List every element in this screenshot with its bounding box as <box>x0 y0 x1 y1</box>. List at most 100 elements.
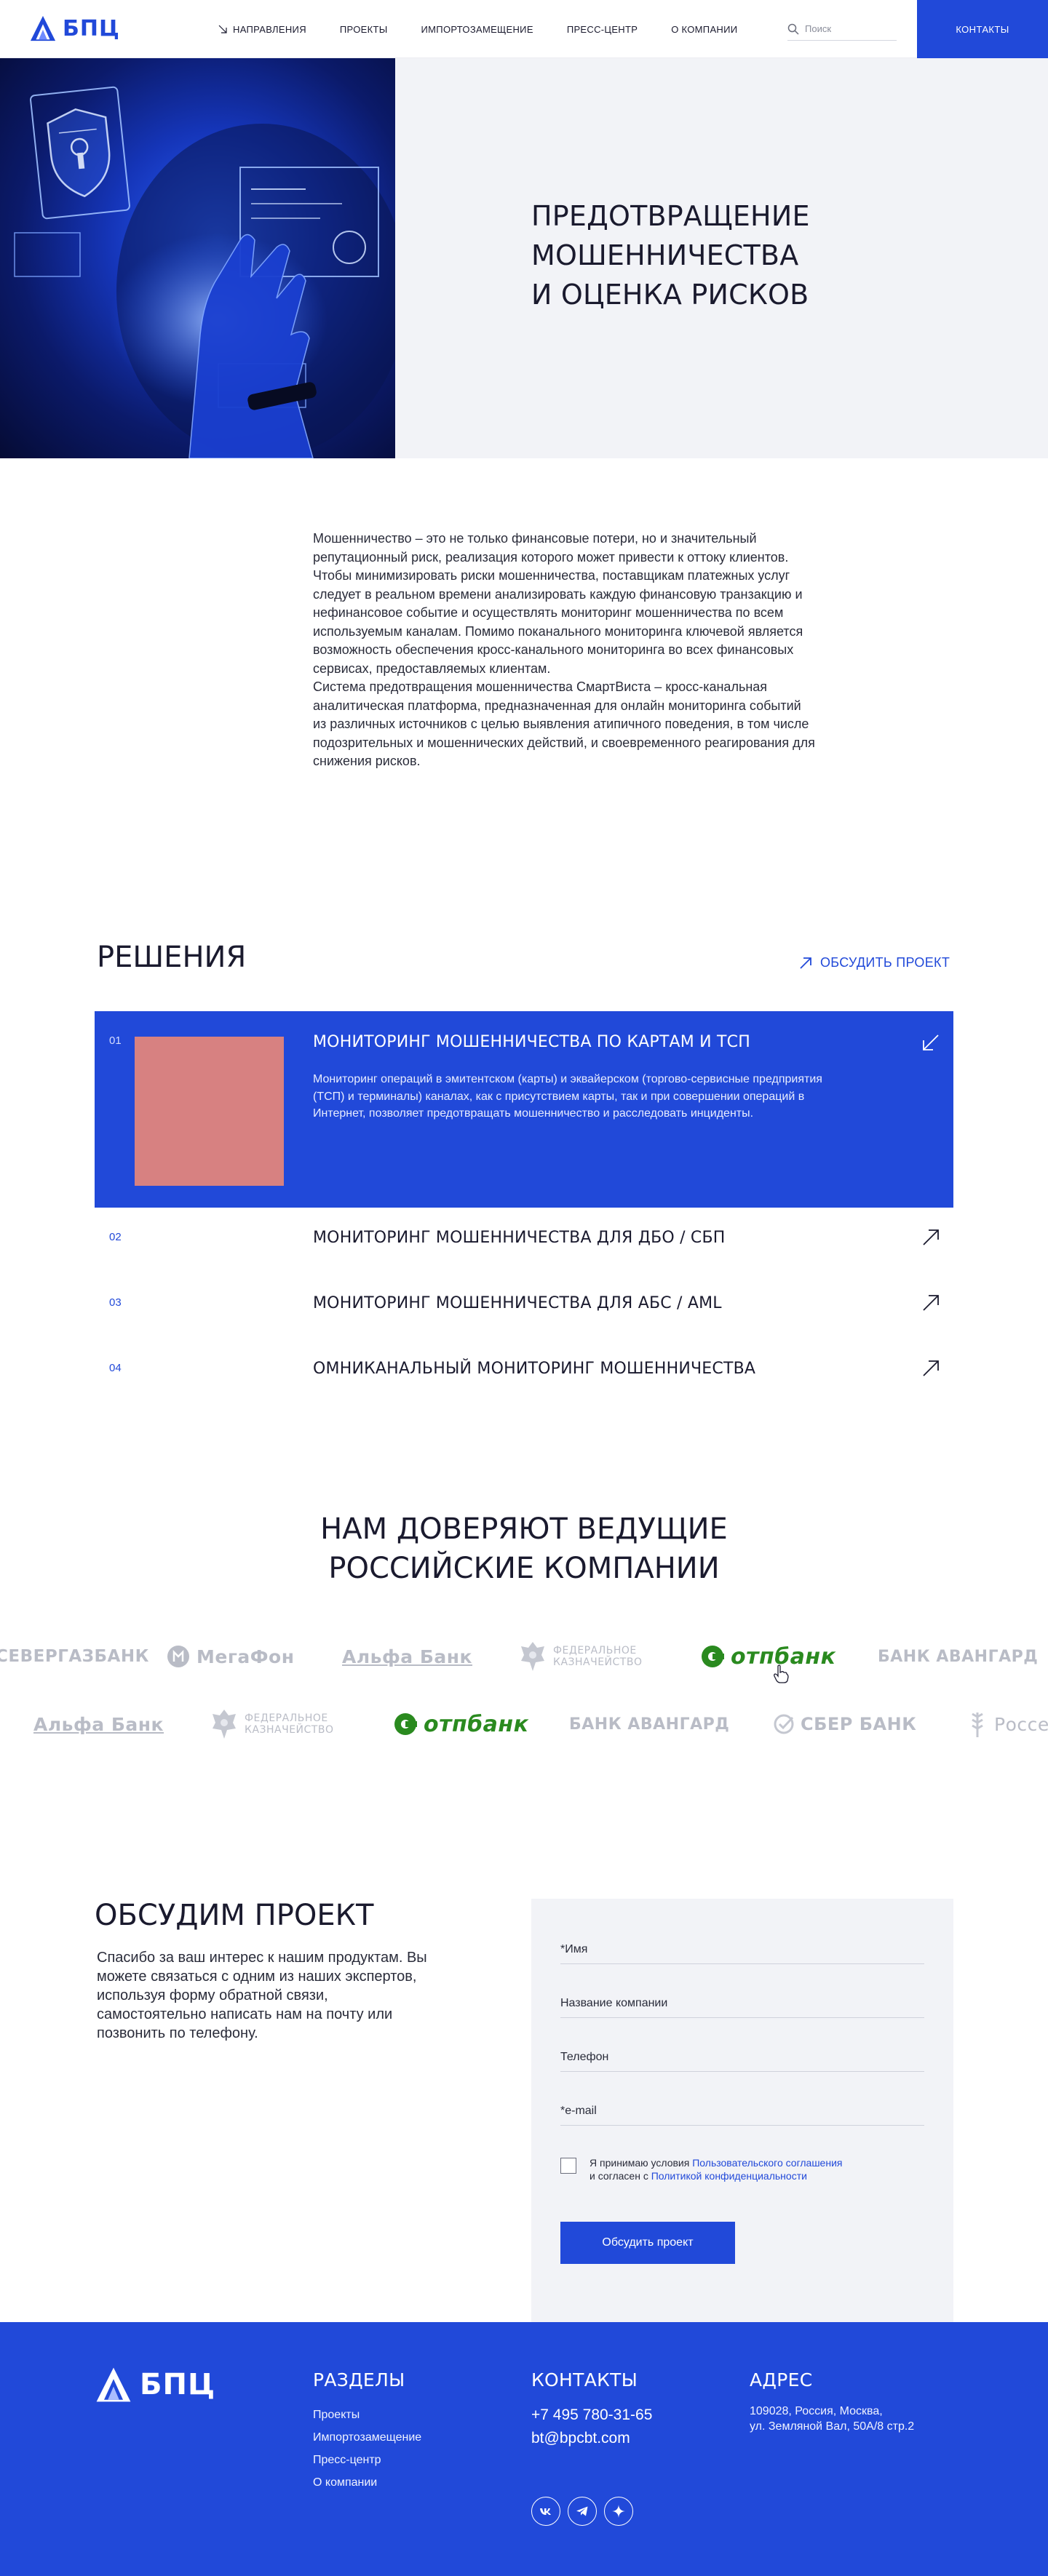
nav-directions[interactable]: НАПРАВЛЕНИЯ <box>218 24 306 35</box>
partner-logo-rosselkhozbank: Россе <box>966 1702 1048 1746</box>
telegram-link[interactable] <box>568 2497 597 2526</box>
search-input[interactable] <box>805 23 885 34</box>
contacts-button[interactable]: КОНТАКТЫ <box>917 0 1048 58</box>
partner-logo-treasury: ФЕДЕРАЛЬНОЕ КАЗНАЧЕЙСТВО <box>518 1635 642 1678</box>
hand-cursor-icon <box>774 1664 789 1683</box>
form-description: Спасибо за ваш интерес к нашим продуктам… <box>97 1950 427 2041</box>
hero-title-line: И ОЦЕНКА РИСКОВ <box>531 279 809 311</box>
solution-row[interactable]: 04 ОМНИКАНАЛЬНЫЙ МОНИТОРИНГ МОШЕННИЧЕСТВ… <box>95 1339 953 1404</box>
nav-projects[interactable]: ПРОЕКТЫ <box>340 24 388 35</box>
partner-logo-label: Альфа Банк <box>33 1713 164 1735</box>
submit-button[interactable]: Обсудить проект <box>560 2222 735 2264</box>
solution-thumbnail <box>135 1037 284 1186</box>
partner-logo-sberbank: СБЕР БАНК <box>773 1702 916 1746</box>
partner-logo-label: Россе <box>994 1713 1048 1735</box>
privacy-policy-link[interactable]: Политикой конфиденциальности <box>651 2170 807 2182</box>
footer-email[interactable]: bt@bpcbt.com <box>531 2427 652 2450</box>
partner-logo-severgazbank: СЕВЕРГАЗБАНК <box>0 1635 149 1678</box>
hero-image <box>0 58 395 458</box>
logo-triangle-icon <box>30 15 56 41</box>
arrow-down-right-icon <box>218 25 227 33</box>
solutions-title: РЕШЕНИЯ <box>97 941 247 974</box>
solution-number: 03 <box>109 1296 122 1309</box>
phone-input[interactable] <box>560 2043 924 2071</box>
solution-row[interactable]: 02 МОНИТОРИНГ МОШЕННИЧЕСТВА ДЛЯ ДБО / СБ… <box>95 1208 953 1273</box>
partner-logo-treasury: ФЕДЕРАЛЬНОЕ КАЗНАЧЕЙСТВО <box>210 1702 333 1746</box>
site-footer: БПЦ РАЗДЕЛЫ Проекты Импортозамещение Пре… <box>0 2322 1048 2576</box>
partner-logos-row: СЕВЕРГАЗБАНК МегаФон Альфа Банк ФЕДЕРАЛЬ… <box>0 1635 1048 1678</box>
sber-check-icon <box>774 1714 794 1734</box>
discuss-project-link[interactable]: ОБСУДИТЬ ПРОЕКТ <box>798 955 950 970</box>
footer-sections: РАЗДЕЛЫ Проекты Импортозамещение Пресс-ц… <box>313 2369 421 2494</box>
solution-number: 02 <box>109 1231 122 1243</box>
partners-title-line: РОССИЙСКИЕ КОМПАНИИ <box>328 1552 720 1585</box>
solution-name: МОНИТОРИНГ МОШЕННИЧЕСТВА ДЛЯ АБС / AML <box>313 1294 722 1312</box>
nav-directions-label: НАПРАВЛЕНИЯ <box>233 23 306 35</box>
eagle-emblem-icon <box>213 1710 236 1739</box>
solution-name: МОНИТОРИНГ МОШЕННИЧЕСТВА ДЛЯ ДБО / СБП <box>313 1229 726 1247</box>
search-icon[interactable] <box>787 23 799 35</box>
eagle-emblem-icon <box>521 1642 544 1671</box>
social-links <box>531 2497 633 2526</box>
dzen-link[interactable] <box>604 2497 633 2526</box>
company-input[interactable] <box>560 1989 924 2017</box>
consent-prefix: Я принимаю условия <box>590 2157 693 2169</box>
partners-title: НАМ ДОВЕРЯЮТ ВЕДУЩИЕ РОССИЙСКИЕ КОМПАНИИ <box>0 1510 1048 1588</box>
nav-about[interactable]: О КОМПАНИИ <box>671 24 737 35</box>
partner-logo-label: ФЕДЕРАЛЬНОЕ КАЗНАЧЕЙСТВО <box>245 1712 333 1736</box>
hero-title-line: МОШЕННИЧЕСТВА <box>531 239 799 271</box>
email-field <box>560 2097 924 2126</box>
footer-sections-title: РАЗДЕЛЫ <box>313 2369 405 2390</box>
footer-logo[interactable]: БПЦ <box>95 2366 215 2404</box>
user-agreement-link[interactable]: Пользовательского соглашения <box>692 2157 842 2169</box>
solution-number: 04 <box>109 1362 122 1374</box>
partner-logo-alfabank: Альфа Банк <box>33 1702 164 1746</box>
name-input[interactable] <box>560 1935 924 1963</box>
vk-icon <box>540 2508 551 2515</box>
security-shield-illustration <box>14 86 395 458</box>
email-input[interactable] <box>560 2097 924 2125</box>
solution-description: Мониторинг операций в эмитентском (карты… <box>313 1073 822 1120</box>
wheat-icon <box>972 1712 983 1737</box>
partner-logo-label: СЕВЕРГАЗБАНК <box>0 1647 149 1666</box>
footer-link-press-center[interactable]: Пресс-центр <box>313 2449 421 2471</box>
contact-form: Я принимаю условия Пользовательского сог… <box>531 1899 953 2322</box>
partner-logo-alfabank: Альфа Банк <box>342 1635 472 1678</box>
vk-link[interactable] <box>531 2497 560 2526</box>
arrow-up-right-icon[interactable] <box>921 1293 940 1312</box>
arrow-up-right-icon[interactable] <box>921 1228 940 1247</box>
nav-press-center[interactable]: ПРЕСС-ЦЕНТР <box>567 24 638 35</box>
partner-logo-label: БАНК АВАНГАРД <box>569 1715 730 1734</box>
solution-card-active[interactable]: 01 МОНИТОРИНГ МОШЕННИЧЕСТВА ПО КАРТАМ И … <box>95 1011 953 1208</box>
footer-address-text: 109028, Россия, Москва, ул. Земляной Вал… <box>750 2404 914 2434</box>
consent-text: Я принимаю условия Пользовательского сог… <box>590 2156 842 2182</box>
footer-link-projects[interactable]: Проекты <box>313 2404 421 2426</box>
treasury-line: ФЕДЕРАЛЬНОЕ <box>553 1645 637 1656</box>
partner-logo-label: БАНК АВАНГАРД <box>878 1647 1039 1666</box>
partners-title-line: НАМ ДОВЕРЯЮТ ВЕДУЩИЕ <box>320 1512 728 1546</box>
name-field <box>560 1935 924 1964</box>
consent-checkbox[interactable] <box>560 2158 576 2174</box>
footer-link-about[interactable]: О компании <box>313 2471 421 2494</box>
arrow-down-left-icon[interactable] <box>921 1033 940 1052</box>
arrow-up-right-icon[interactable] <box>921 1359 940 1378</box>
nav-import-substitution[interactable]: ИМПОРТОЗАМЕЩЕНИЕ <box>421 24 533 35</box>
otp-circle-icon <box>702 1646 724 1667</box>
solution-row[interactable]: 03 МОНИТОРИНГ МОШЕННИЧЕСТВА ДЛЯ АБС / AM… <box>95 1273 953 1339</box>
partner-logo-label: ФЕДЕРАЛЬНОЕ КАЗНАЧЕЙСТВО <box>553 1645 642 1668</box>
logo-triangle-icon <box>96 2367 131 2402</box>
logo-text: БПЦ <box>63 15 120 41</box>
partner-logo-otpbank: отпбанк <box>700 1635 836 1678</box>
consent-mid: и согласен с <box>590 2170 651 2182</box>
footer-link-import-substitution[interactable]: Импортозамещение <box>313 2426 421 2449</box>
partner-logo-label: СБЕР БАНК <box>801 1714 917 1734</box>
dzen-star-icon <box>612 2505 625 2518</box>
footer-phone[interactable]: +7 495 780-31-65 <box>531 2404 652 2427</box>
intro-paragraph: Система предотвращения мошенничества Сма… <box>313 679 815 768</box>
arrow-up-right-icon <box>800 957 811 969</box>
solution-number: 01 <box>109 1034 122 1047</box>
hero: ПРЕДОТВРАЩЕНИЕ МОШЕННИЧЕСТВА И ОЦЕНКА РИ… <box>0 58 1048 458</box>
company-field <box>560 1989 924 2018</box>
logo[interactable]: БПЦ <box>29 15 120 42</box>
footer-address: АДРЕС 109028, Россия, Москва, ул. Землян… <box>750 2369 914 2434</box>
